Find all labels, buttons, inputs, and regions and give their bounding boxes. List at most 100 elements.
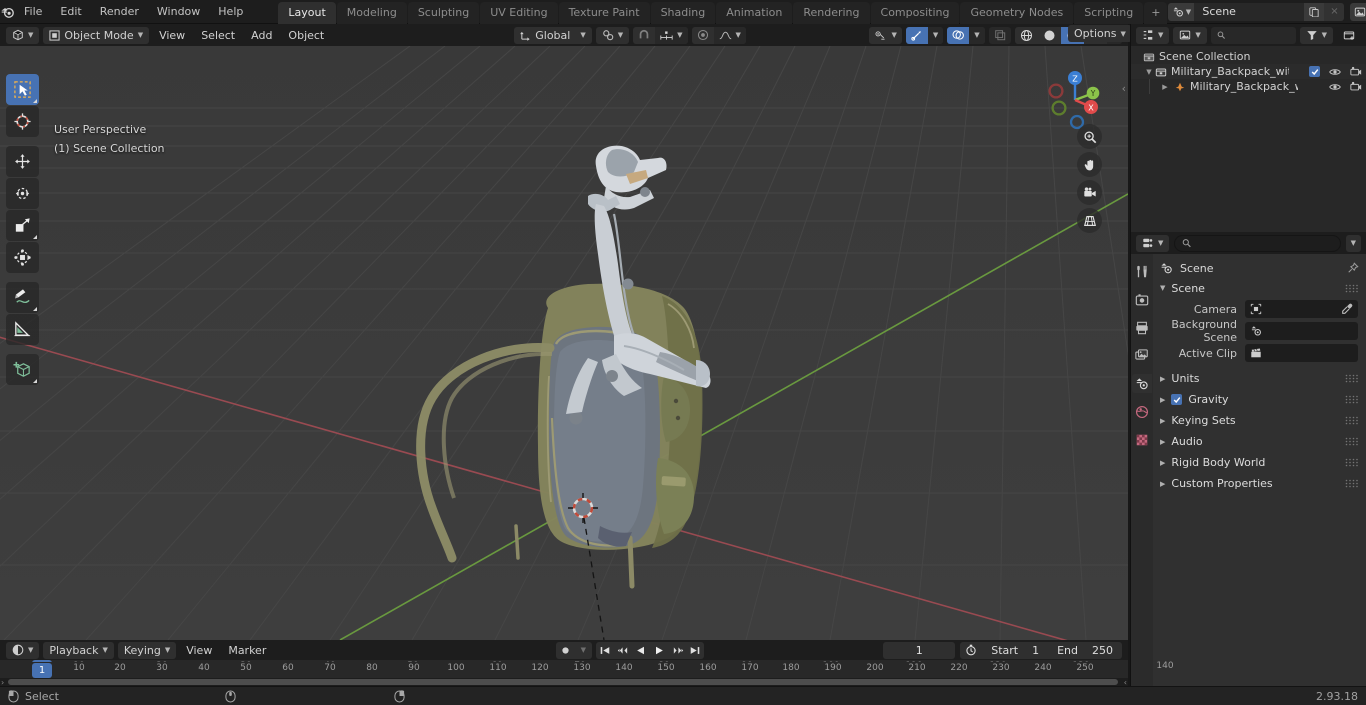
panel-header-units[interactable]: ▶ Units <box>1153 368 1366 389</box>
gizmo-options-selector[interactable]: ▼ <box>927 26 944 44</box>
properties-search-field[interactable] <box>1195 236 1333 250</box>
start-frame-field[interactable]: Start 1 <box>982 642 1048 659</box>
jump-to-end-button[interactable] <box>686 642 704 659</box>
outliner-search-input[interactable] <box>1210 26 1296 44</box>
timeline-hscrollbar[interactable] <box>8 679 1118 685</box>
play-button[interactable] <box>650 642 668 659</box>
scene-name[interactable]: Scene <box>1194 2 1305 21</box>
outliner-editor-type-icon[interactable]: ▼ <box>1136 26 1170 44</box>
viewport-menu-view[interactable]: View <box>153 27 191 44</box>
properties-search-input[interactable] <box>1174 234 1341 252</box>
expand-triangle[interactable]: ▼ <box>1143 68 1155 76</box>
playback-menu[interactable]: Playback ▼ <box>43 641 114 659</box>
keying-menu[interactable]: Keying ▼ <box>117 641 177 659</box>
outliner-row-object[interactable]: ▶ Military_Backpack_with_I <box>1131 79 1366 94</box>
next-keyframe-button[interactable] <box>668 642 686 659</box>
camera-render-icon[interactable] <box>1350 66 1362 77</box>
timeline-editor-type-icon[interactable]: ▼ <box>6 641 40 659</box>
tool-transform[interactable] <box>6 242 39 273</box>
proportional-edit-icon[interactable] <box>692 27 714 44</box>
current-frame-field[interactable]: 1 <box>883 641 956 659</box>
zoom-icon[interactable] <box>1077 124 1102 149</box>
menu-edit[interactable]: Edit <box>51 3 90 21</box>
editor-type-icon[interactable]: ▼ <box>6 26 40 44</box>
properties-tab-output[interactable] <box>1132 318 1152 337</box>
outliner-row-collection[interactable]: ▼ Military_Backpack_with_Mani <box>1131 64 1366 79</box>
menu-render[interactable]: Render <box>91 3 148 21</box>
object-visibility-icon[interactable]: ▼ <box>869 27 901 44</box>
tab-shading[interactable]: Shading <box>650 1 716 24</box>
transform-orientation-selector[interactable]: Global ▼ <box>514 26 592 44</box>
viewport-menu-object[interactable]: Object <box>282 27 330 44</box>
outliner-display-mode-selector[interactable]: ▼ <box>1173 26 1207 44</box>
record-options-selector[interactable]: ▼ <box>574 642 592 659</box>
timeline-menu-view[interactable]: View <box>180 642 218 659</box>
pin-icon[interactable] <box>1347 262 1359 274</box>
properties-options-button[interactable]: ▼ <box>1345 234 1361 252</box>
play-reverse-button[interactable] <box>632 642 650 659</box>
properties-tab-scene[interactable] <box>1132 374 1152 393</box>
tab-uv-editing[interactable]: UV Editing <box>480 1 558 24</box>
record-icon[interactable] <box>556 642 574 659</box>
tab-scripting[interactable]: Scripting <box>1074 1 1144 24</box>
viewlayer-icon[interactable]: ▼ <box>1350 2 1366 21</box>
add-workspace-button[interactable]: + <box>1144 1 1168 24</box>
properties-tab-render[interactable] <box>1132 290 1152 309</box>
magnet-icon[interactable] <box>633 27 655 44</box>
camera-field[interactable] <box>1245 300 1358 318</box>
menu-window[interactable]: Window <box>148 3 209 21</box>
jump-to-start-button[interactable] <box>596 642 614 659</box>
falloff-selector[interactable]: ▼ <box>713 26 746 44</box>
scene-datablock[interactable]: ▼ Scene × <box>1168 2 1345 21</box>
tab-texture-paint[interactable]: Texture Paint <box>558 1 650 24</box>
active-clip-field[interactable] <box>1245 344 1358 362</box>
menu-help[interactable]: Help <box>209 3 252 21</box>
playhead-marker[interactable]: 1 <box>32 663 52 678</box>
sidebar-toggle-arrow-icon[interactable]: ‹ <box>1122 82 1126 95</box>
grid-icon[interactable] <box>1077 208 1102 233</box>
show-gizmo-icon[interactable] <box>905 26 928 44</box>
viewlayer-datablock[interactable]: ▼ View Layer × <box>1350 2 1366 21</box>
camera-render-icon[interactable] <box>1350 81 1362 92</box>
eye-icon[interactable] <box>1329 67 1341 77</box>
outliner-tree[interactable]: Scene Collection ▼ Military_Backpack_wit… <box>1131 46 1366 232</box>
snap-target-selector[interactable]: ▼ <box>595 26 630 44</box>
mode-selector[interactable]: Object Mode ▼ <box>43 26 150 44</box>
properties-tab-texture[interactable] <box>1132 430 1152 449</box>
tab-geometry-nodes[interactable]: Geometry Nodes <box>960 1 1074 24</box>
show-overlays-icon[interactable] <box>947 26 970 44</box>
hand-icon[interactable] <box>1077 152 1102 177</box>
properties-tab-world[interactable] <box>1132 402 1152 421</box>
overlay-options-selector[interactable]: ▼ <box>969 26 985 44</box>
new-scene-button[interactable] <box>1304 2 1325 21</box>
tool-tweak-select[interactable] <box>6 74 39 105</box>
panel-header-gravity[interactable]: ▶ Gravity <box>1153 389 1366 410</box>
end-frame-field[interactable]: End 250 <box>1048 642 1122 659</box>
checkbox-exclude[interactable] <box>1309 66 1320 77</box>
tab-sculpting[interactable]: Sculpting <box>407 1 480 24</box>
camera-icon[interactable] <box>1077 180 1102 205</box>
tool-rotate[interactable] <box>6 178 39 209</box>
outliner-filter-button[interactable]: ▼ <box>1299 26 1333 44</box>
viewport-menu-select[interactable]: Select <box>195 27 241 44</box>
scene-icon[interactable]: ▼ <box>1168 2 1195 21</box>
outliner-new-collection-button[interactable] <box>1337 27 1361 44</box>
outliner-search-field[interactable] <box>1229 28 1290 42</box>
properties-tab-view-layer[interactable] <box>1132 346 1152 365</box>
panel-header-keying-sets[interactable]: ▶ Keying Sets <box>1153 410 1366 431</box>
toggle-xray-icon[interactable] <box>989 27 1011 44</box>
panel-header-audio[interactable]: ▶ Audio <box>1153 431 1366 452</box>
unlink-scene-button[interactable]: × <box>1324 2 1345 21</box>
tool-move[interactable] <box>6 146 39 177</box>
tool-annotate[interactable] <box>6 282 39 313</box>
timeline-ruler-full[interactable]: 10 20 30 40 50 60 70 80 90 100 110 120 1… <box>0 662 1128 678</box>
tab-modeling[interactable]: Modeling <box>336 1 407 24</box>
tab-animation[interactable]: Animation <box>716 1 793 24</box>
menu-file[interactable]: File <box>15 3 51 21</box>
snap-mode-selector[interactable]: ▼ <box>655 26 688 44</box>
tab-layout[interactable]: Layout <box>278 1 336 24</box>
tab-rendering[interactable]: Rendering <box>793 1 870 24</box>
options-button[interactable]: Options ▼ <box>1068 25 1132 42</box>
panel-header-rigid-body-world[interactable]: ▶ Rigid Body World <box>1153 452 1366 473</box>
prev-keyframe-button[interactable] <box>614 642 632 659</box>
